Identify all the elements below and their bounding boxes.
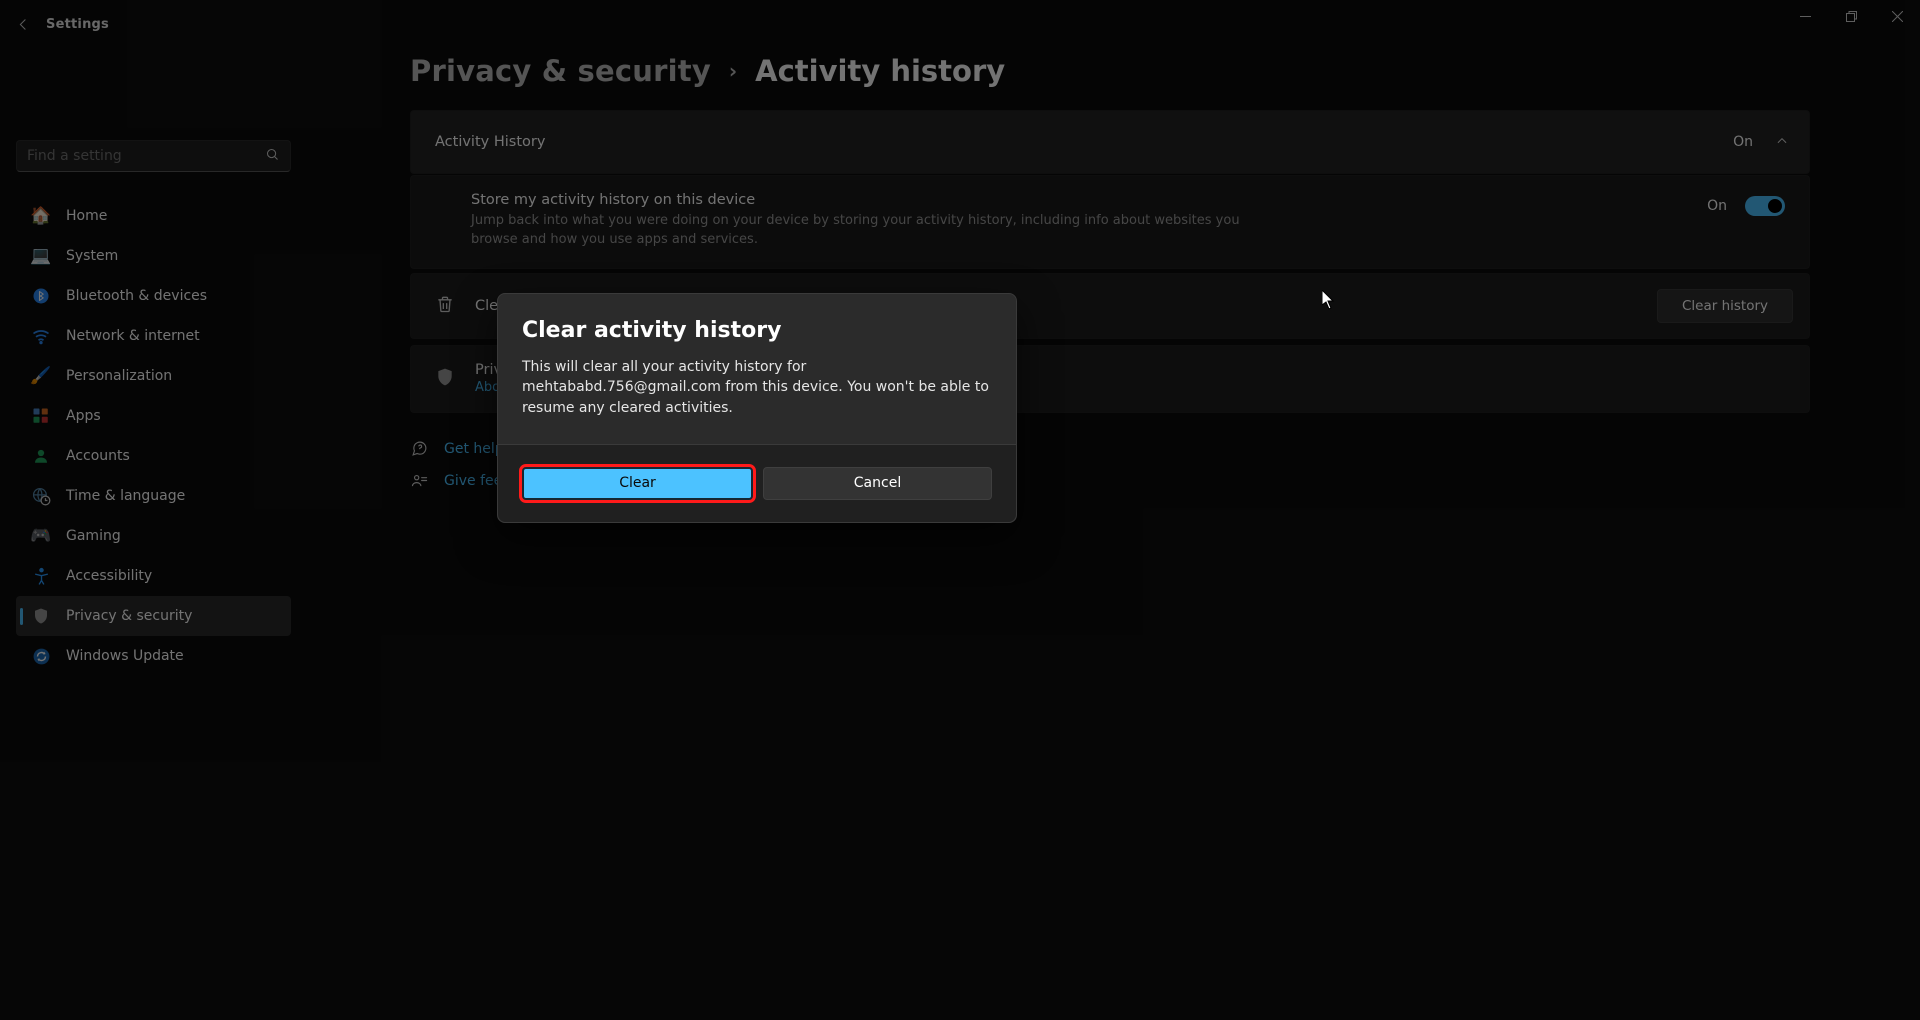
dialog-body: This will clear all your activity histor… — [522, 357, 992, 418]
clear-history-dialog: Clear activity history This will clear a… — [497, 293, 1017, 523]
dialog-title: Clear activity history — [522, 318, 992, 343]
dialog-cancel-button[interactable]: Cancel — [763, 467, 992, 500]
dialog-clear-button[interactable]: Clear — [522, 467, 753, 500]
